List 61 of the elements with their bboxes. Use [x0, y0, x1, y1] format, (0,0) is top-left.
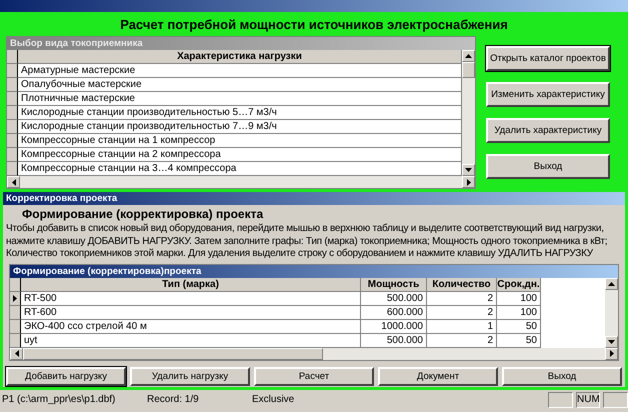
- table-cell[interactable]: 1: [427, 320, 497, 334]
- status-pane: [603, 392, 628, 408]
- table-cell[interactable]: RT-600: [21, 306, 361, 320]
- column-header[interactable]: Мощность: [361, 278, 427, 292]
- table-cell[interactable]: Арматурные мастерские: [18, 64, 462, 78]
- bottom-button[interactable]: Выход: [502, 366, 622, 386]
- status-num: NUM: [576, 392, 600, 408]
- bottom-button[interactable]: Удалить нагрузку: [130, 366, 250, 386]
- table-cell[interactable]: 600.000: [361, 306, 427, 320]
- scroll-right-icon[interactable]: [466, 178, 470, 186]
- status-mode: Exclusive: [252, 394, 296, 405]
- form-title: Расчет потребной мощности источников электроснабжения: [119, 16, 509, 34]
- column-header[interactable]: Тип (марка): [21, 278, 361, 292]
- grid-caption: Выбор вида токоприемника: [7, 37, 475, 50]
- table-cell[interactable]: 2: [427, 292, 497, 306]
- horizontal-scrollbar[interactable]: [7, 176, 475, 188]
- table-cell[interactable]: Кислородные станции производительностью 7…9 м3/ч: [18, 120, 462, 134]
- table-cell[interactable]: Кислородные станции производительностью 5…7 м3/ч: [18, 106, 462, 120]
- side-button[interactable]: Выход: [486, 154, 610, 179]
- table-cell[interactable]: 1000.000: [361, 320, 427, 334]
- table-cell[interactable]: Компрессорные станции на 1 компрессор: [18, 134, 462, 148]
- table-cell[interactable]: 100: [497, 306, 541, 320]
- bottom-button[interactable]: Расчет: [254, 366, 374, 386]
- instructions-text: Чтобы добавить в список новый вид оборудования, перейдите мышью в верхнюю таблицу и выделите соответствующий вид нагрузки, нажмите клавишу ДОБАВИТЬ НАГРУЗКУ. Затем заполните графы: Тип (марка) токоприемника; Мощность одного токоприемника в кВт; Количество токоприемников этой марки. Для удаления выделите строку с оборудованием и нажмите клавишу УДАЛИТЬ НАГРУЗКУ: [6, 223, 608, 260]
- status-pane: [548, 392, 573, 408]
- table-cell[interactable]: 50: [497, 320, 541, 334]
- status-record: Record: 1/9: [147, 394, 200, 405]
- scroll-up-icon[interactable]: [465, 54, 472, 58]
- bottom-button[interactable]: Документ: [378, 366, 498, 386]
- side-button[interactable]: Удалить характеристику: [486, 118, 610, 143]
- table-cell[interactable]: Плотничные мастерские: [18, 92, 462, 106]
- row-indicator: [10, 320, 21, 334]
- status-file: P1 (c:\arm_ppr\es\p1.dbf): [2, 394, 116, 405]
- bottom-button[interactable]: Добавить нагрузку: [6, 366, 126, 386]
- scroll-right-icon[interactable]: [610, 350, 614, 357]
- column-header[interactable]: Срок,дн.: [497, 278, 541, 292]
- table-cell[interactable]: Компрессорные станции на 2 компрессора: [18, 148, 462, 162]
- scrollbar-thumb[interactable]: [23, 348, 323, 360]
- table-cell[interactable]: 2: [427, 306, 497, 320]
- scroll-left-icon[interactable]: [14, 350, 18, 357]
- grid-caption: Формирование (корректировка)проекта: [10, 264, 618, 278]
- vertical-scrollbar[interactable]: [605, 278, 618, 348]
- scrollbar-thumb[interactable]: [462, 62, 475, 78]
- scroll-up-icon[interactable]: [608, 282, 615, 286]
- horizontal-scrollbar[interactable]: [10, 348, 618, 360]
- panel-heading: Формирование (корректировка) проекта: [21, 206, 264, 223]
- column-header[interactable]: Характеристика нагрузки: [18, 50, 462, 64]
- panel-title: Корректировка проекта: [3, 192, 625, 205]
- table-cell[interactable]: Опалубочные мастерские: [18, 78, 462, 92]
- scroll-down-icon[interactable]: [608, 340, 615, 344]
- table-cell[interactable]: ЭКО-400 cco стрелой 40 м: [21, 320, 361, 334]
- scroll-left-icon[interactable]: [12, 178, 16, 186]
- side-button[interactable]: Изменить характеристику: [486, 82, 610, 107]
- column-header[interactable]: Количество: [427, 278, 497, 292]
- table-cell[interactable]: 100: [497, 292, 541, 306]
- table-cell[interactable]: RT-500: [21, 292, 361, 306]
- row-indicator: [10, 334, 21, 348]
- side-button[interactable]: Открыть каталог проектов: [486, 46, 610, 71]
- scroll-down-icon[interactable]: [465, 168, 472, 172]
- vertical-scrollbar[interactable]: [462, 50, 475, 176]
- table-cell[interactable]: 500.000: [361, 292, 427, 306]
